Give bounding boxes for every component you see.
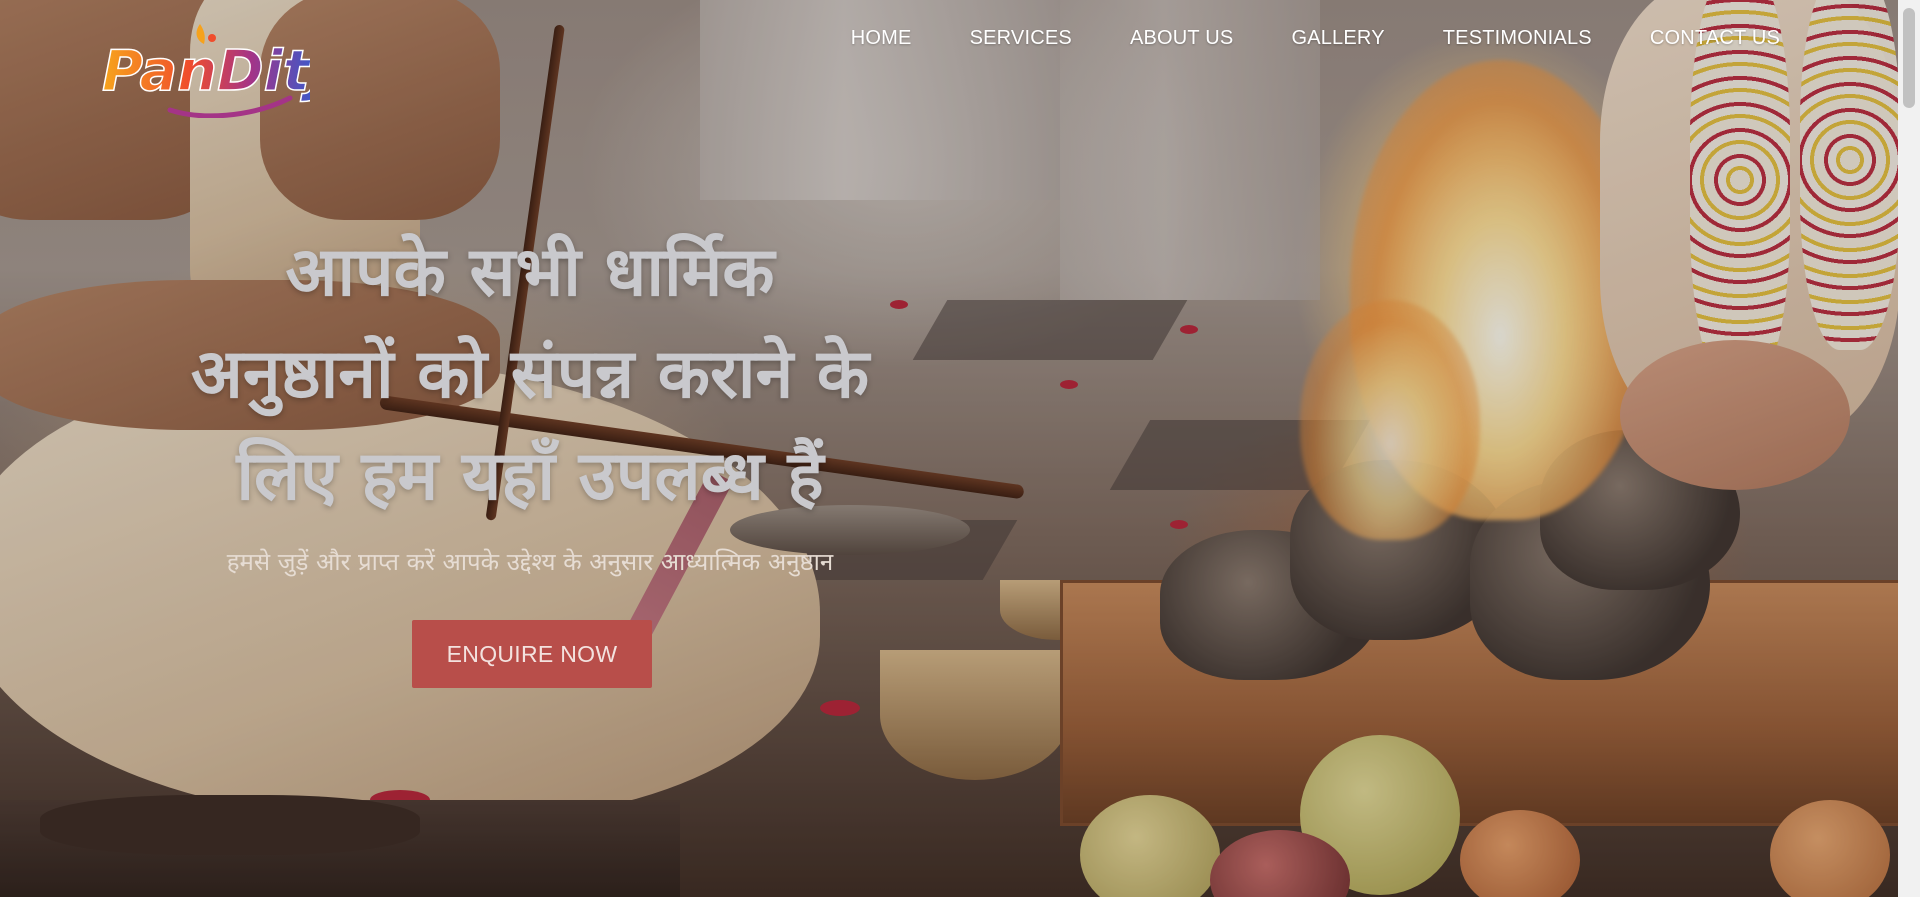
enquire-now-button[interactable]: ENQUIRE NOW [412,620,652,688]
hero-headline-line-1: आपके सभी धार्मिक [285,233,775,312]
nav-item-testimonials[interactable]: TESTIMONIALS [1443,26,1592,50]
svg-text:PanDitJi: PanDitJi [102,39,310,104]
nav-item-about-us[interactable]: ABOUT US [1130,26,1233,50]
brand-logo[interactable]: PanDitJi [100,18,351,119]
nav-item-services[interactable]: SERVICES [970,26,1072,50]
hero-subheadline: हमसे जुड़ें और प्राप्त करें आपके उद्देश्… [226,548,834,576]
scrollbar-thumb[interactable] [1903,8,1915,108]
nav-item-home[interactable]: HOME [851,26,912,50]
nav-item-gallery[interactable]: GALLERY [1291,26,1384,50]
hero-headline-line-3: लिए हम यहाँ उपलब्ध हैं [236,437,824,516]
hero-headline: आपके सभी धार्मिक अनुष्ठानों को संपन्न कर… [110,222,950,528]
pandit-logo-icon: PanDitJi [101,24,351,119]
page-scrollbar[interactable] [1898,0,1920,897]
main-nav: HOME SERVICES ABOUT US GALLERY TESTIMONI… [793,26,1780,50]
nav-item-contact-us[interactable]: CONTACT US [1650,26,1780,50]
hero-headline-line-2: अनुष्ठानों को संपन्न कराने के [190,335,870,414]
